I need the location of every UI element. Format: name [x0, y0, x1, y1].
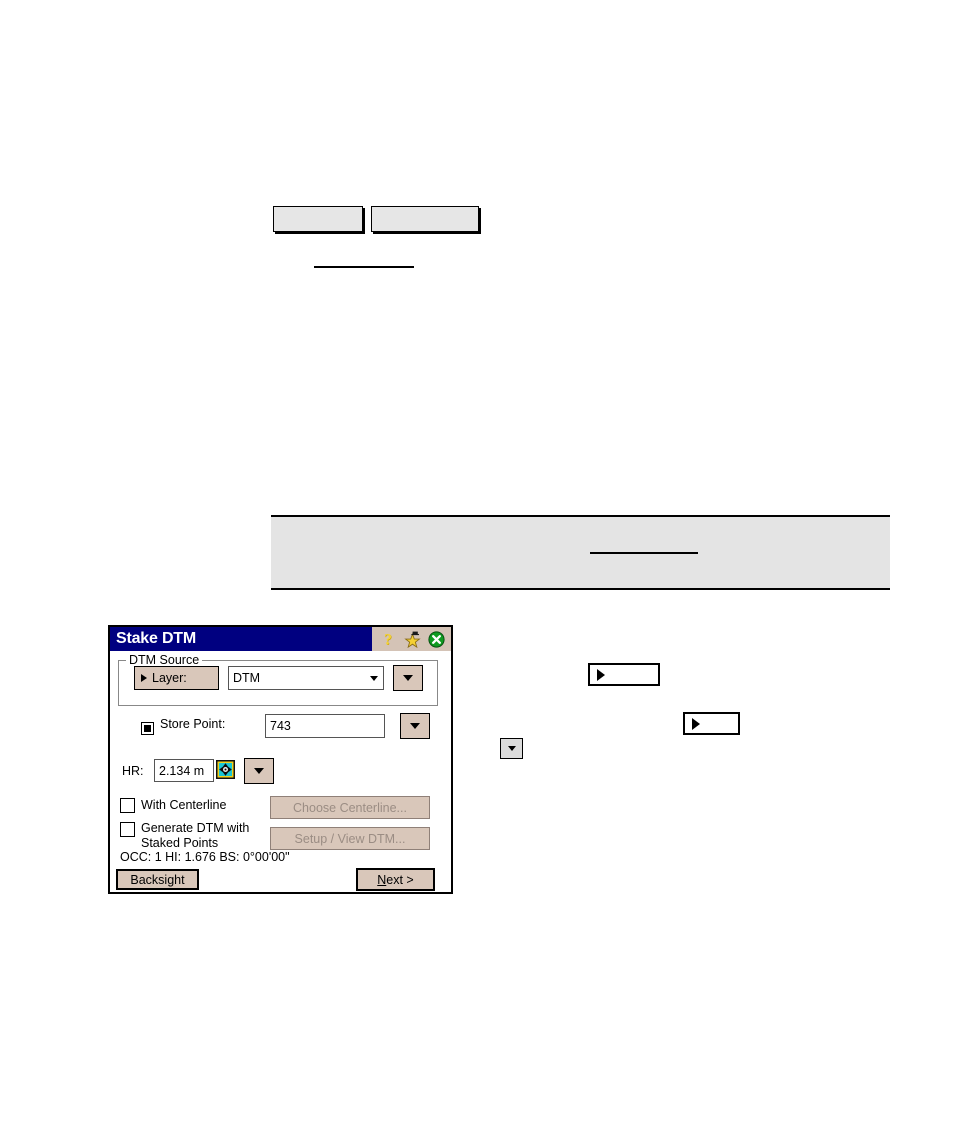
arrow-right-icon	[141, 674, 147, 682]
chevron-down-icon	[370, 675, 378, 681]
layer-options-button[interactable]	[393, 665, 423, 691]
note-underline	[590, 552, 698, 554]
with-centerline-label: With Centerline	[141, 798, 227, 812]
layer-button-label: Layer:	[152, 671, 187, 685]
dtm-source-group-legend: DTM Source	[126, 654, 203, 666]
layer-button[interactable]: Layer:	[134, 666, 219, 690]
generate-dtm-label-line2: Staked Points	[141, 836, 219, 850]
chevron-down-icon	[254, 768, 264, 774]
backsight-label: Backsight	[130, 872, 185, 887]
store-point-value: 743	[270, 719, 291, 733]
choose-centerline-button[interactable]: Choose Centerline...	[270, 796, 430, 819]
hr-options-button[interactable]	[244, 758, 274, 784]
chevron-down-icon	[507, 746, 516, 751]
dialog-body: DTM Source Layer: DTM Store Point: 743 H…	[110, 651, 451, 894]
dialog-title: Stake DTM	[116, 630, 196, 647]
stake-dtm-dialog: Stake DTM ? ? DTM Source Layer: DTM Stor…	[108, 625, 453, 894]
arrow-right-icon	[692, 717, 700, 730]
note-callout	[271, 515, 890, 590]
setup-view-dtm-button[interactable]: Setup / View DTM...	[270, 827, 430, 850]
inline-dropdown-button	[500, 738, 523, 759]
choose-centerline-label: Choose Centerline...	[293, 800, 407, 815]
status-bar-text: OCC: 1 HI: 1.676 BS: 0°00'00"	[120, 850, 290, 864]
arrow-right-icon	[597, 668, 605, 681]
backsight-button[interactable]: Backsight	[116, 869, 199, 890]
svg-text:?: ?	[384, 631, 392, 648]
favorites-star-icon[interactable]	[404, 631, 421, 648]
close-icon[interactable]	[428, 630, 445, 648]
next-button-label-rest: ext >	[386, 872, 414, 887]
inline-arrow-button-2	[683, 712, 740, 735]
dialog-titlebar: Stake DTM ? ?	[110, 627, 451, 651]
store-point-label: Store Point:	[160, 717, 226, 731]
chevron-down-icon	[403, 675, 413, 681]
titlebar-icon-group: ? ?	[372, 627, 451, 651]
hr-input[interactable]: 2.134 m	[154, 759, 214, 782]
with-centerline-checkbox[interactable]	[120, 798, 135, 813]
hr-label: HR:	[122, 764, 144, 778]
store-point-radio-marker[interactable]	[141, 722, 154, 735]
prism-target-icon[interactable]	[216, 760, 235, 779]
layer-select[interactable]: DTM	[228, 666, 384, 690]
hr-value: 2.134 m	[159, 763, 205, 778]
doc-underline-1	[314, 266, 414, 268]
doc-placeholder-box-1	[273, 206, 363, 232]
inline-arrow-button-1	[588, 663, 660, 686]
help-icon[interactable]: ? ?	[380, 631, 397, 648]
store-point-options-button[interactable]	[400, 713, 430, 739]
setup-view-dtm-label: Setup / View DTM...	[294, 831, 406, 846]
next-button[interactable]: Next >	[356, 868, 435, 891]
next-button-mnemonic: N	[377, 872, 387, 887]
generate-dtm-label-line1: Generate DTM with	[141, 821, 250, 835]
chevron-down-icon	[410, 723, 420, 729]
doc-placeholder-box-2	[371, 206, 479, 232]
generate-dtm-checkbox[interactable]	[120, 822, 135, 837]
layer-select-value: DTM	[233, 671, 261, 685]
store-point-input[interactable]: 743	[265, 714, 385, 738]
